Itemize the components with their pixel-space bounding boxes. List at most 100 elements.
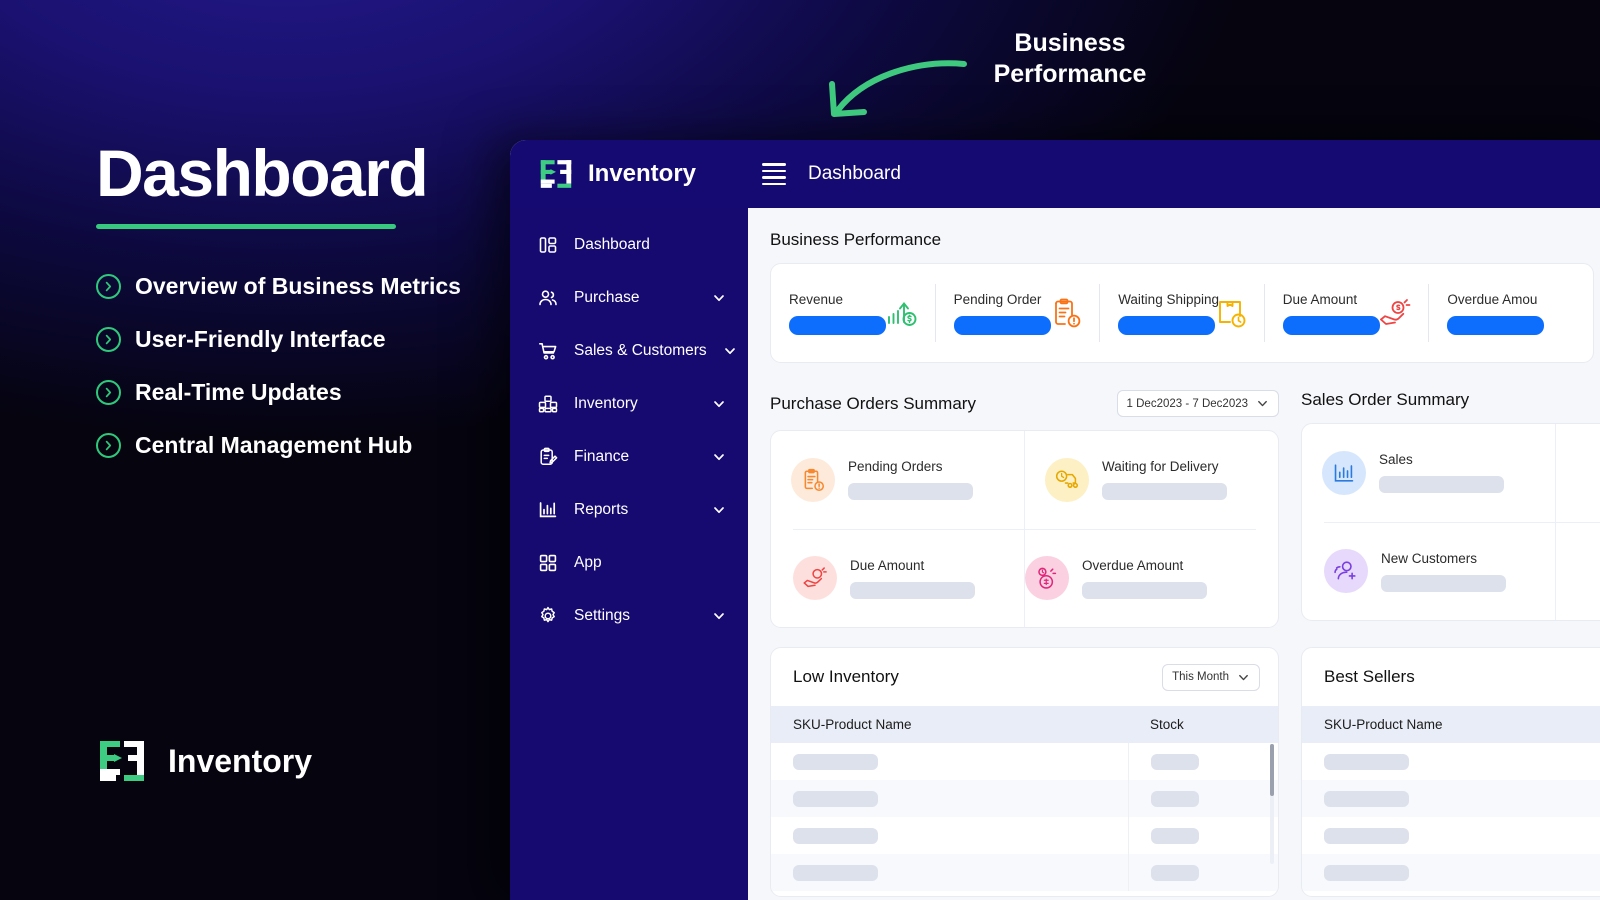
feature-label: User-Friendly Interface <box>135 326 386 353</box>
sidebar-item-label: Inventory <box>574 395 696 413</box>
dropdown-label: 1 Dec2023 - 7 Dec2023 <box>1127 398 1248 410</box>
kpi-label: Waiting Shipping <box>1118 292 1206 307</box>
brand-name: Inventory <box>168 743 312 780</box>
summaries-row: Purchase Orders Summary 1 Dec2023 - 7 De… <box>770 382 1600 628</box>
kpi-value-placeholder <box>789 316 886 335</box>
sidebar-item-label: App <box>574 554 726 572</box>
grid-apps-icon <box>538 553 558 573</box>
sidebar-item-dashboard[interactable]: Dashboard <box>510 218 748 271</box>
hand-money-icon <box>793 556 837 600</box>
kpi-revenue[interactable]: Revenue <box>771 284 935 342</box>
metric-sales[interactable]: Sales <box>1302 424 1555 522</box>
chevron-down-icon[interactable] <box>712 503 726 517</box>
section-title: Purchase Orders Summary <box>770 394 976 414</box>
feature-label: Central Management Hub <box>135 432 412 459</box>
metric-value-placeholder <box>850 582 975 599</box>
metric-overdue-amount[interactable]: Overdue Amount <box>1024 530 1256 628</box>
chevron-down-icon[interactable] <box>712 609 726 623</box>
kpi-pending-order[interactable]: Pending Order <box>935 284 1100 342</box>
kpi-value-placeholder <box>1283 316 1380 335</box>
table-row[interactable] <box>771 854 1278 891</box>
curved-arrow-down-left-icon <box>820 52 970 127</box>
feature-label: Overview of Business Metrics <box>135 273 461 300</box>
cell-placeholder <box>793 791 878 807</box>
metric-due-amount[interactable]: Due Amount <box>793 530 1024 628</box>
sidebar-item-settings[interactable]: Settings <box>510 589 748 642</box>
tables-row: Low Inventory This Month SKU-Product Nam… <box>770 647 1600 897</box>
cell-placeholder <box>1324 828 1409 844</box>
shopping-cart-icon <box>538 341 558 361</box>
chevron-down-icon[interactable] <box>723 344 737 358</box>
kpi-due-amount[interactable]: Due Amount <box>1264 284 1429 342</box>
cell-placeholder <box>1151 754 1199 770</box>
inventory-logo-icon <box>538 156 574 192</box>
purchase-date-range-dropdown[interactable]: 1 Dec2023 - 7 Dec2023 <box>1117 390 1279 417</box>
low-inventory-column: Low Inventory This Month SKU-Product Nam… <box>770 647 1279 897</box>
sidebar-item-label: Sales & Customers <box>574 342 707 360</box>
inventory-logo-icon <box>96 735 148 787</box>
table-row[interactable] <box>1302 743 1600 780</box>
chevron-down-icon[interactable] <box>712 291 726 305</box>
app-window: Inventory Dashboard Dashboard <box>510 140 1600 900</box>
title-underline <box>96 224 396 229</box>
table-row[interactable] <box>771 817 1278 854</box>
kpi-overdue-amount[interactable]: Overdue Amou <box>1428 284 1593 342</box>
chevron-down-icon[interactable] <box>712 397 726 411</box>
sidebar-item-app[interactable]: App <box>510 536 748 589</box>
card-title: Low Inventory <box>793 667 899 687</box>
kpi-value-placeholder <box>1447 316 1544 335</box>
summary-row: Sales <box>1302 424 1600 522</box>
list-item: Central Management Hub <box>96 432 516 459</box>
sidebar-item-reports[interactable]: Reports <box>510 483 748 536</box>
summary-row: New Customers <box>1324 522 1600 621</box>
sidebar-item-label: Finance <box>574 448 696 466</box>
kpi-value-placeholder <box>954 316 1051 335</box>
business-performance-card: Revenue Pending Order <box>770 263 1594 363</box>
hamburger-menu-icon[interactable] <box>762 163 786 185</box>
callout-line-1: Business <box>950 28 1190 59</box>
sales-order-summary-card: Sales <box>1301 423 1600 621</box>
table-row[interactable] <box>771 780 1278 817</box>
app-body: Dashboard Purchase Sales & Customers <box>510 208 1600 900</box>
metric-new-customers[interactable]: New Customers <box>1324 523 1555 621</box>
sidebar: Dashboard Purchase Sales & Customers <box>510 208 748 900</box>
sidebar-item-purchase[interactable]: Purchase <box>510 271 748 324</box>
low-inventory-rows <box>771 743 1278 891</box>
metric-value-placeholder <box>848 483 973 500</box>
topbar-brand[interactable]: Inventory <box>510 156 748 192</box>
sidebar-item-label: Purchase <box>574 289 696 307</box>
sales-summary-spacer <box>1555 424 1600 522</box>
kpi-waiting-shipping[interactable]: Waiting Shipping <box>1099 284 1264 342</box>
table-row[interactable] <box>1302 817 1600 854</box>
low-inventory-period-dropdown[interactable]: This Month <box>1162 664 1260 691</box>
best-sellers-column: Best Sellers SKU-Product Name % of To <box>1301 647 1600 897</box>
feature-list: Overview of Business Metrics User-Friend… <box>96 273 516 459</box>
sidebar-item-sales-customers[interactable]: Sales & Customers <box>510 324 748 377</box>
boxes-stack-icon <box>538 394 558 414</box>
chevron-right-circle-icon <box>96 274 121 299</box>
metric-value-placeholder <box>1082 582 1207 599</box>
scrollbar-thumb[interactable] <box>1270 744 1274 796</box>
sales-summary-spacer <box>1555 523 1600 621</box>
table-row[interactable] <box>1302 780 1600 817</box>
main-content: Business Performance Revenue <box>748 208 1600 900</box>
best-sellers-column-headers: SKU-Product Name % of To <box>1302 706 1600 743</box>
sidebar-item-finance[interactable]: Finance <box>510 430 748 483</box>
user-plus-icon <box>1324 549 1368 593</box>
metric-pending-orders[interactable]: Pending Orders <box>771 431 1024 529</box>
list-item: Overview of Business Metrics <box>96 273 516 300</box>
chevron-down-icon[interactable] <box>712 450 726 464</box>
callout-line-2: Performance <box>950 59 1190 90</box>
table-row[interactable] <box>1302 854 1600 891</box>
dropdown-label: This Month <box>1172 671 1229 683</box>
table-row[interactable] <box>771 743 1278 780</box>
sidebar-item-label: Settings <box>574 607 696 625</box>
pending-order-clipboard-icon <box>1049 296 1083 330</box>
best-sellers-card: Best Sellers SKU-Product Name % of To <box>1301 647 1600 897</box>
hand-money-icon <box>1378 296 1412 330</box>
column-header: Stock <box>1128 717 1278 732</box>
summary-row: Pending Orders <box>771 431 1278 529</box>
sidebar-item-inventory[interactable]: Inventory <box>510 377 748 430</box>
metric-waiting-for-delivery[interactable]: Waiting for Delivery <box>1024 431 1278 529</box>
callout-annotation: Business Performance <box>950 28 1190 89</box>
